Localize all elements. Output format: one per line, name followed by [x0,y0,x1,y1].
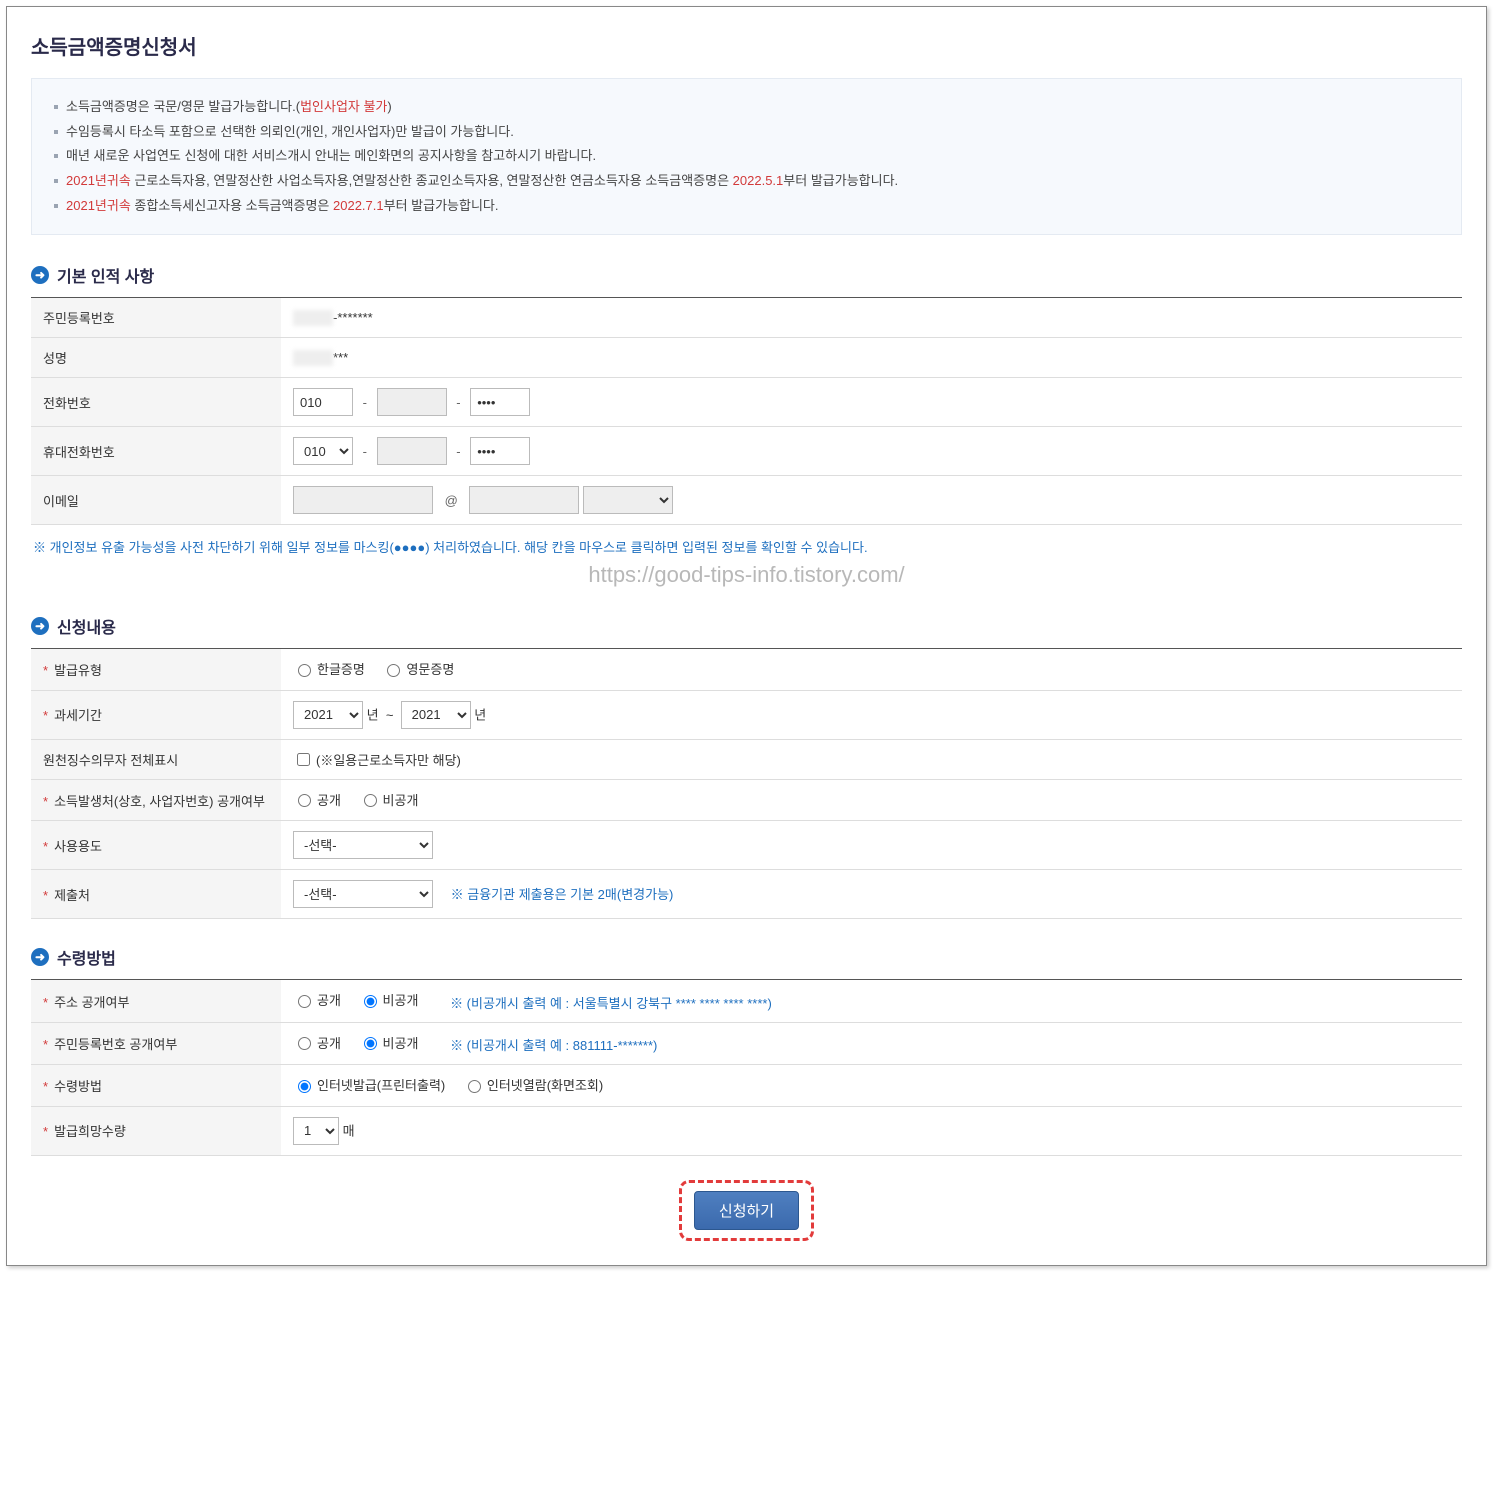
arrow-icon: ➜ [31,617,49,635]
radio-method-view[interactable]: 인터넷열람(화면조회) [463,1075,603,1094]
submit-to-select[interactable]: -선택- [293,880,433,908]
notice-box: 소득금액증명은 국문/영문 발급가능합니다.(법인사업자 불가) 수임등록시 타… [31,78,1462,235]
email-id-input[interactable] [293,486,433,514]
rrn-hint: ※ (비공개시 출력 예 : 881111-*******) [450,1038,657,1053]
radio-method-print[interactable]: 인터넷발급(프린터출력) [293,1075,445,1094]
notice-item: 수임등록시 타소득 포함으로 선택한 의뢰인(개인, 개인사업자)만 발급이 가… [54,120,1439,145]
phone3-input[interactable] [470,388,530,416]
qty-select[interactable]: 1 [293,1117,339,1145]
watermark: https://good-tips-info.tistory.com/ [31,562,1462,588]
masking-note: 개인정보 유출 가능성을 사전 차단하기 위해 일부 정보를 마스킹(●●●●)… [33,537,1462,556]
label-withhold: 원천징수의무자 전체표시 [31,739,281,779]
page-title: 소득금액증명신청서 [31,31,1462,60]
label-rrn: 주민등록번호 [31,298,281,338]
year-from-select[interactable]: 2021 [293,701,363,729]
label-name: 성명 [31,338,281,378]
radio-source-closed[interactable]: 비공개 [359,790,419,809]
receive-table: 주소 공개여부 공개 비공개 ※ (비공개시 출력 예 : 서울특별시 강북구 … [31,979,1462,1156]
label-type: 발급유형 [31,649,281,691]
notice-item: 소득금액증명은 국문/영문 발급가능합니다.(법인사업자 불가) [54,95,1439,120]
radio-addr-closed[interactable]: 비공개 [359,990,419,1009]
radio-source-open[interactable]: 공개 [293,790,341,809]
email-domain-select[interactable] [583,486,673,514]
phone1-input[interactable] [293,388,353,416]
submit-highlight: 신청하기 [679,1180,814,1241]
mobile2-input[interactable] [377,437,447,465]
addr-hint: ※ (비공개시 출력 예 : 서울특별시 강북구 **** **** **** … [450,996,772,1011]
radio-rrn-open[interactable]: 공개 [293,1033,341,1052]
personal-table: 주민등록번호 -******* 성명 *** 전화번호 - - 휴대전화번호 0… [31,297,1462,525]
submit-to-hint: ※ 금융기관 제출용은 기본 2매(변경가능) [451,887,674,902]
label-email: 이메일 [31,476,281,525]
notice-item: 2021년귀속 근로소득자용, 연말정산한 사업소득자용,연말정산한 종교인소득… [54,169,1439,194]
purpose-select[interactable]: -선택- [293,831,433,859]
radio-type-kor[interactable]: 한글증명 [293,659,365,678]
year-to-select[interactable]: 2021 [401,701,471,729]
label-period: 과세기간 [31,690,281,739]
section-receive: ➜ 수령방법 [31,945,1462,969]
label-method: 수령방법 [31,1065,281,1107]
radio-addr-open[interactable]: 공개 [293,990,341,1009]
value-rrn: -******* [281,298,1462,338]
label-source: 소득발생처(상호, 사업자번호) 공개여부 [31,779,281,821]
label-purpose: 사용용도 [31,821,281,870]
notice-item: 매년 새로운 사업연도 신청에 대한 서비스개시 안내는 메인화면의 공지사항을… [54,144,1439,169]
notice-item: 2021년귀속 종합소득세신고자용 소득금액증명은 2022.7.1부터 발급가… [54,194,1439,219]
label-qty: 발급희망수량 [31,1106,281,1155]
label-addr-open: 주소 공개여부 [31,980,281,1023]
label-rrn-open: 주민등록번호 공개여부 [31,1022,281,1065]
arrow-icon: ➜ [31,948,49,966]
section-apply: ➜ 신청내용 [31,614,1462,638]
label-mobile: 휴대전화번호 [31,427,281,476]
label-submit-to: 제출처 [31,870,281,919]
arrow-icon: ➜ [31,266,49,284]
label-phone: 전화번호 [31,378,281,427]
withhold-checkbox[interactable]: (※일용근로소득자만 해당) [293,750,461,769]
apply-table: 발급유형 한글증명 영문증명 과세기간 2021 년 ~ 2021 년 원천징수… [31,648,1462,919]
mobile3-input[interactable] [470,437,530,465]
submit-button[interactable]: 신청하기 [694,1191,799,1230]
email-domain-input[interactable] [469,486,579,514]
section-personal: ➜ 기본 인적 사항 [31,263,1462,287]
radio-rrn-closed[interactable]: 비공개 [359,1033,419,1052]
mobile1-select[interactable]: 010 [293,437,353,465]
radio-type-eng[interactable]: 영문증명 [382,659,454,678]
phone2-input[interactable] [377,388,447,416]
value-name: *** [281,338,1462,378]
